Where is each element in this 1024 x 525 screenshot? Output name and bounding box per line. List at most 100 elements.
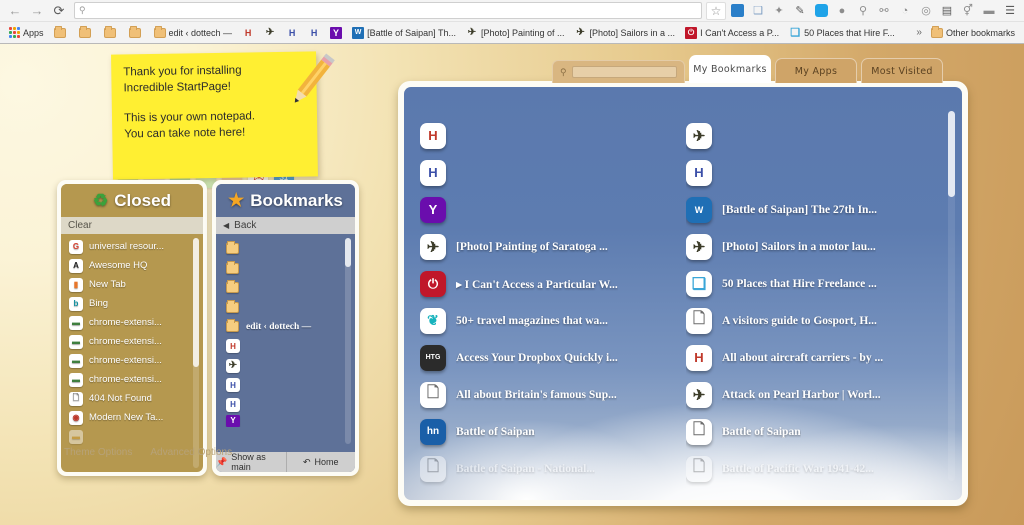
- bookmark-link[interactable]: H: [282, 25, 302, 41]
- reload-icon[interactable]: ⟳: [48, 1, 70, 21]
- sync-refresh-icon[interactable]: [811, 2, 831, 20]
- bookmarks-tree-list[interactable]: edit ‹ dottech — H ✈ H H Y: [216, 234, 355, 452]
- tree-item[interactable]: H: [216, 376, 355, 396]
- notepad-sticky-note[interactable]: Thank you for installing Incredible Star…: [111, 51, 318, 180]
- back-icon[interactable]: ←: [4, 1, 26, 21]
- layout-panels-icon[interactable]: ▤: [937, 2, 957, 20]
- list-item[interactable]: ▬ chrome-extensi...: [61, 313, 203, 332]
- tree-item[interactable]: H: [216, 337, 355, 357]
- tree-item[interactable]: [216, 239, 355, 259]
- list-item[interactable]: 🗋 404 Not Found: [61, 389, 203, 408]
- omnibox[interactable]: ⚲: [74, 2, 702, 19]
- grid-item-battle-saipan-doc[interactable]: 🗋 Battle of Saipan: [686, 413, 946, 450]
- bookmark-link-painting[interactable]: ✈ [Photo] Painting of ...: [462, 25, 569, 41]
- grid-item-aircraft-carriers[interactable]: H All about aircraft carriers - by ...: [686, 339, 946, 376]
- bookmark-link[interactable]: Y: [326, 25, 346, 41]
- grid-item[interactable]: H: [420, 117, 680, 154]
- list-item-label: universal resour...: [89, 241, 164, 252]
- incredible-startpage-icon[interactable]: [727, 2, 747, 20]
- forward-icon[interactable]: →: [26, 1, 48, 21]
- bookmark-folder[interactable]: [100, 25, 123, 40]
- list-item[interactable]: ▬: [61, 427, 203, 446]
- other-bookmarks-folder[interactable]: Other bookmarks: [927, 25, 1019, 40]
- grid-item-gosport-guide[interactable]: 🗋 A visitors guide to Gosport, H...: [686, 302, 946, 339]
- grid-item-painting-saratoga[interactable]: ✈ [Photo] Painting of Saratoga ...: [420, 228, 680, 265]
- grid-item-label: Battle of Saipan: [456, 425, 535, 438]
- bookmark-folder[interactable]: [125, 25, 148, 40]
- bookmark-link[interactable]: ✈: [260, 25, 280, 41]
- list-item[interactable]: ▬ chrome-extensi...: [61, 332, 203, 351]
- list-item[interactable]: ◉ Modern New Ta...: [61, 408, 203, 427]
- eraser-icon[interactable]: ▬: [979, 2, 999, 20]
- grid-item-pearl-harbor[interactable]: ✈ Attack on Pearl Harbor | Worl...: [686, 376, 946, 413]
- grid-item[interactable]: 🗋 Battle of Saipan - National...: [420, 450, 680, 487]
- home-button[interactable]: ↶ Home: [285, 452, 356, 472]
- apps-shortcut[interactable]: Apps: [5, 25, 48, 40]
- chrome-menu-icon[interactable]: ☰: [1000, 2, 1020, 20]
- grid-item[interactable]: ✈: [686, 117, 946, 154]
- gray-circle-icon[interactable]: ●: [832, 2, 852, 20]
- link-chain-icon[interactable]: ⚯: [874, 2, 894, 20]
- list-item[interactable]: A Awesome HQ: [61, 256, 203, 275]
- tree-item[interactable]: [216, 298, 355, 318]
- bookmarks-overflow-icon[interactable]: »: [913, 27, 925, 38]
- list-item[interactable]: b Bing: [61, 294, 203, 313]
- grid-item[interactable]: H: [420, 154, 680, 191]
- grid-item[interactable]: Y: [420, 191, 680, 228]
- bookmark-star-icon[interactable]: ☆: [706, 1, 726, 20]
- bookmarks-scrollbar[interactable]: [345, 238, 351, 444]
- list-item[interactable]: ▬ chrome-extensi...: [61, 351, 203, 370]
- bookmark-folder[interactable]: [75, 25, 98, 40]
- grid-item-dropbox-htg[interactable]: HTG Access Your Dropbox Quickly i...: [420, 339, 680, 376]
- advanced-options-link[interactable]: Advanced Options: [150, 447, 232, 458]
- closed-scrollbar[interactable]: [193, 238, 199, 468]
- closed-tabs-list[interactable]: Guniversal resour... A Awesome HQ ▮ New Ta…: [61, 234, 203, 472]
- puzzle-outline-icon[interactable]: ✦: [769, 2, 789, 20]
- main-scrollbar[interactable]: [948, 111, 955, 481]
- bookmark-link[interactable]: H: [238, 25, 258, 41]
- main-scroll-thumb[interactable]: [948, 111, 955, 197]
- bookmark-link-saipan[interactable]: W [Battle of Saipan] Th...: [348, 25, 460, 41]
- bookmark-link-sailors[interactable]: ✈ [Photo] Sailors in a ...: [571, 25, 680, 41]
- clock-icon[interactable]: ◔: [895, 2, 915, 20]
- grid-item-travel-magazines[interactable]: ❦ 50+ travel magazines that wa...: [420, 302, 680, 339]
- list-item-label: Bing: [89, 298, 109, 309]
- list-item[interactable]: ▮ New Tab: [61, 275, 203, 294]
- tab-my-bookmarks[interactable]: My Bookmarks: [689, 55, 771, 83]
- tab-my-apps[interactable]: My Apps: [775, 58, 857, 83]
- list-item[interactable]: Guniversal resour...: [61, 237, 203, 256]
- closed-scroll-thumb[interactable]: [193, 238, 199, 367]
- search-input[interactable]: [571, 66, 677, 78]
- grid-item-50-places[interactable]: ❑ 50 Places that Hire Freelance ...: [686, 265, 946, 302]
- grid-item-battle-saipan-hn[interactable]: hn Battle of Saipan: [420, 413, 680, 450]
- tree-item[interactable]: ✈: [216, 356, 355, 376]
- bookmark-link-cant-access[interactable]: ⏻ I Can't Access a P...: [681, 25, 783, 41]
- bookmarks-back-button[interactable]: ◀ Back: [216, 217, 355, 234]
- wrench-icon[interactable]: ⚲: [853, 2, 873, 20]
- tree-item-dottech[interactable]: edit ‹ dottech —: [216, 317, 355, 337]
- grid-item-britain-supermarine[interactable]: 🗋 All about Britain's famous Sup...: [420, 376, 680, 413]
- tree-item[interactable]: H: [216, 395, 355, 415]
- grid-item[interactable]: H: [686, 154, 946, 191]
- clear-closed-button[interactable]: Clear: [61, 217, 203, 234]
- grid-item-cant-access[interactable]: ⏻ ▸ I Can't Access a Particular W...: [420, 265, 680, 302]
- bookmark-link[interactable]: H: [304, 25, 324, 41]
- grid-item-sailors-motor[interactable]: ✈ [Photo] Sailors in a motor lau...: [686, 228, 946, 265]
- bookmark-folder-dottech[interactable]: edit ‹ dottech —: [150, 25, 237, 40]
- tree-item[interactable]: [216, 259, 355, 279]
- tree-item[interactable]: Y: [216, 414, 355, 427]
- tree-item[interactable]: [216, 278, 355, 298]
- paint-icon[interactable]: ✎: [790, 2, 810, 20]
- bookmark-folder[interactable]: [50, 25, 73, 40]
- windows-copy-icon[interactable]: ❑: [748, 2, 768, 20]
- tab-most-visited[interactable]: Most Visited: [861, 58, 943, 83]
- grid-item-saipan-27th[interactable]: W [Battle of Saipan] The 27th In...: [686, 191, 946, 228]
- startpage-search[interactable]: ⚲: [552, 60, 685, 83]
- grid-item[interactable]: 🗋 Battle of Pacific War 1941-42...: [686, 450, 946, 487]
- bulb-icon[interactable]: ⚥: [958, 2, 978, 20]
- bookmark-link-50-places[interactable]: ❑ 50 Places that Hire F...: [785, 25, 899, 41]
- list-item[interactable]: ▬ chrome-extensi...: [61, 370, 203, 389]
- theme-options-link[interactable]: Theme Options: [64, 447, 132, 458]
- target-circle-icon[interactable]: ◎: [916, 2, 936, 20]
- bookmarks-scroll-thumb[interactable]: [345, 238, 351, 267]
